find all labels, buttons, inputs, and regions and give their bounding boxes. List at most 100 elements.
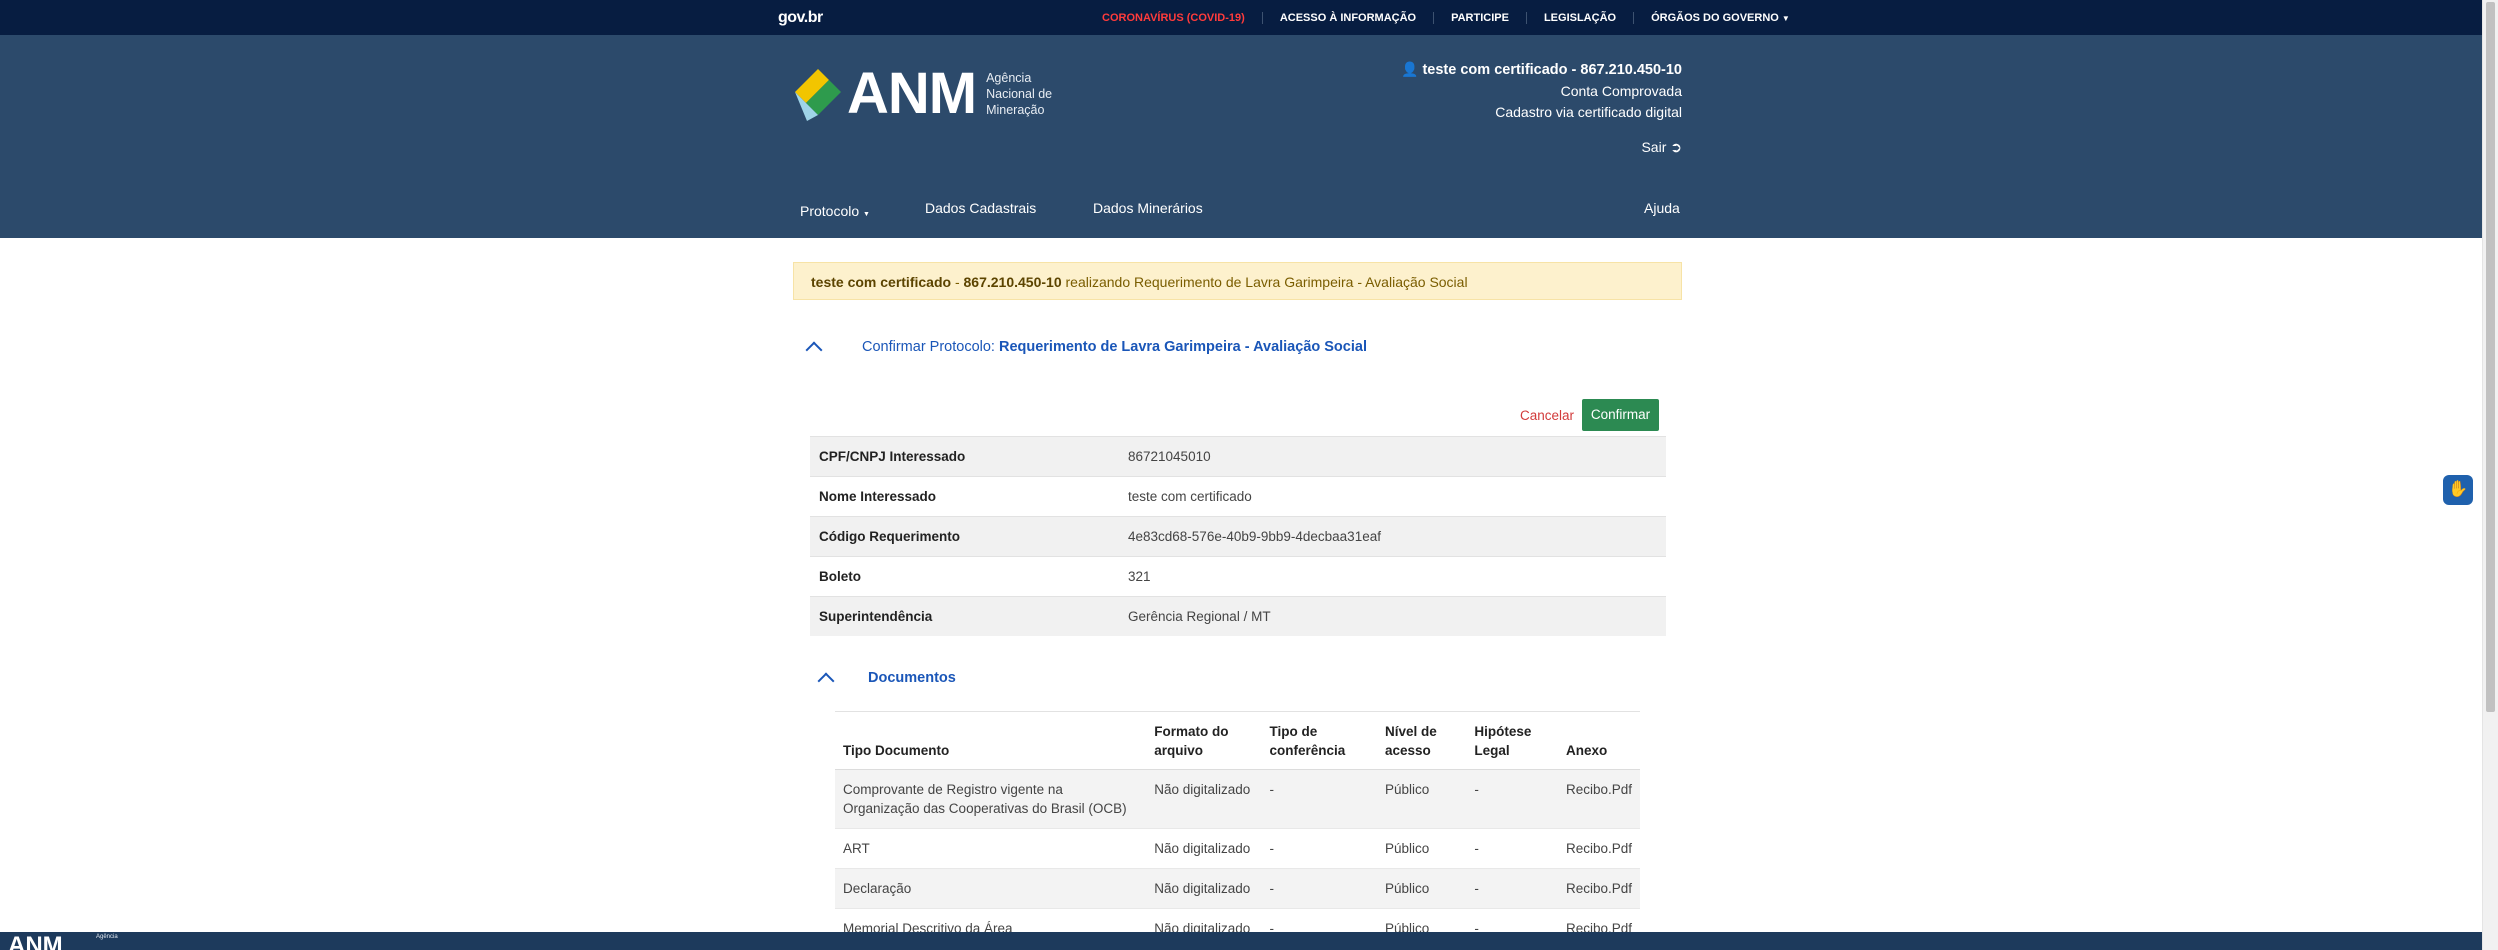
info-label: Superintendência (810, 596, 1128, 636)
info-value: 321 (1128, 556, 1666, 597)
user-icon: 👤 (1401, 61, 1419, 77)
nav-dados-minerarios[interactable]: Dados Minerários (1093, 200, 1203, 216)
account-status: Conta Comprovada (1560, 83, 1682, 99)
chevron-up-icon (817, 672, 835, 690)
logout-label: Sair (1641, 139, 1667, 155)
table-row: CPF/CNPJ Interessado 86721045010 (810, 436, 1666, 477)
col-hipotese-line: Legal (1474, 743, 1510, 758)
footer-strip: ANM Agência (0, 932, 2482, 950)
table-row: Comprovante de Registro vigente na Organ… (835, 769, 1640, 829)
doc-anexo-link[interactable]: Recibo.Pdf (1557, 769, 1640, 829)
info-value: 4e83cd68-576e-40b9-9bb9-4decbaa31eaf (1128, 516, 1666, 557)
caret-down-icon: ▼ (1781, 13, 1790, 23)
documents-section-toggle[interactable]: Documentos (817, 669, 956, 690)
col-nivel-line: Nível de (1384, 724, 1437, 739)
anm-brand[interactable]: ANM Agência Nacional de Mineração (793, 65, 1066, 123)
doc-tipo: ART (835, 828, 1147, 869)
user-line: 👤 teste com certificado - 867.210.450-10 (1401, 59, 1682, 81)
gov-link-participe[interactable]: PARTICIPE (1433, 11, 1526, 24)
table-row: Declaração Não digitalizado - Público - … (835, 868, 1640, 909)
footer-logo: ANM (8, 932, 63, 950)
gov-link-legislacao[interactable]: LEGISLAÇÃO (1525, 11, 1633, 24)
gov-link-orgaos[interactable]: ÓRGÃOS DO GOVERNO ▼ (1633, 11, 1807, 24)
doc-nivel: Público (1376, 868, 1467, 909)
col-formato-line: Formato do (1154, 724, 1229, 739)
anm-abbr: ANM (847, 61, 977, 126)
col-conferencia: Tipo de conferência (1261, 712, 1377, 770)
logout-link[interactable]: Sair ➲ (1401, 137, 1682, 158)
gov-link-orgaos-label: ÓRGÃOS DO GOVERNO (1651, 11, 1779, 24)
doc-formato: Não digitalizado (1146, 828, 1262, 869)
gov-bar: gov.br CORONAVÍRUS (COVID-19) ACESSO À I… (0, 0, 2482, 35)
col-nivel: Nível de acesso (1376, 712, 1467, 770)
doc-nivel: Público (1376, 828, 1467, 869)
col-anexo: Anexo (1557, 712, 1640, 770)
doc-formato: Não digitalizado (1146, 868, 1262, 909)
nav-protocolo-label: Protocolo (800, 203, 860, 219)
anm-logo-mark-icon (793, 66, 843, 122)
table-row: Código Requerimento 4e83cd68-576e-40b9-9b… (810, 516, 1666, 557)
alert-doc: 867.210.450-10 (963, 274, 1062, 290)
col-formato: Formato do arquivo (1146, 712, 1262, 770)
footer-small-text: Agência (96, 934, 118, 940)
col-hipotese-line: Hipótese (1474, 724, 1532, 739)
scrollbar-thumb[interactable] (2486, 2, 2495, 712)
gov-link-acesso-informacao[interactable]: ACESSO À INFORMAÇÃO (1261, 11, 1433, 24)
caret-down-icon: ▼ (863, 211, 870, 218)
col-hipotese: Hipótese Legal (1466, 712, 1558, 770)
anm-full-name: Agência Nacional de Mineração (986, 70, 1066, 118)
doc-conferencia: - (1261, 769, 1377, 829)
documents-title: Documentos (868, 670, 956, 686)
user-box: 👤 teste com certificado - 867.210.450-10… (1401, 59, 1682, 158)
gov-links: CORONAVÍRUS (COVID-19) ACESSO À INFORMAÇ… (1085, 0, 1807, 35)
info-label: CPF/CNPJ Interessado (810, 436, 1128, 477)
table-row: Superintendência Gerência Regional / MT (810, 596, 1666, 636)
vertical-scrollbar[interactable] (2482, 0, 2498, 950)
main-nav: Protocolo ▼ Dados Cadastrais Dados Miner… (0, 198, 2482, 238)
logout-icon: ➲ (1670, 139, 1682, 155)
anm-full-name-line: Nacional de (986, 87, 1053, 101)
anm-full-name-line: Mineração (986, 103, 1045, 117)
confirm-section-toggle[interactable]: Confirmar Protocolo: Requerimento de Lav… (805, 338, 1367, 359)
col-conferencia-line: conferência (1269, 743, 1346, 758)
confirm-button[interactable]: Confirmar (1582, 399, 1659, 431)
info-value: Gerência Regional / MT (1128, 596, 1666, 636)
doc-nivel: Público (1376, 769, 1467, 829)
doc-hipotese: - (1466, 828, 1558, 869)
doc-anexo-link[interactable]: Recibo.Pdf (1557, 868, 1640, 909)
page: gov.br CORONAVÍRUS (COVID-19) ACESSO À I… (0, 0, 2482, 950)
info-label: Nome Interessado (810, 476, 1128, 517)
doc-hipotese: - (1466, 769, 1558, 829)
gov-link-covid[interactable]: CORONAVÍRUS (COVID-19) (1085, 12, 1262, 24)
accessibility-hand-icon[interactable]: ✋ (2443, 475, 2473, 505)
confirm-section-prefix: Confirmar Protocolo: (862, 339, 995, 355)
confirm-section-title: Requerimento de Lavra Garimpeira - Avali… (998, 339, 1367, 355)
request-alert: teste com certificado - 867.210.450-10 r… (793, 262, 1682, 300)
col-tipo-documento: Tipo Documento (835, 712, 1147, 770)
doc-hipotese: - (1466, 868, 1558, 909)
info-value: teste com certificado (1128, 476, 1666, 517)
site-header: ANM Agência Nacional de Mineração 👤 test… (0, 35, 2482, 238)
info-label: Código Requerimento (810, 516, 1128, 557)
nav-ajuda[interactable]: Ajuda (1644, 200, 1680, 216)
govbr-logo[interactable]: gov.br (778, 9, 823, 27)
table-row: ART Não digitalizado - Público - Recibo.… (835, 828, 1640, 869)
documents-table-wrap: Tipo Documento Formato do arquivo Tipo de… (835, 711, 1640, 948)
chevron-up-icon (805, 341, 823, 359)
nav-dados-cadastrais[interactable]: Dados Cadastrais (925, 200, 1036, 216)
nav-protocolo[interactable]: Protocolo ▼ (800, 203, 870, 219)
alert-user: teste com certificado (811, 274, 952, 290)
registration-type: Cadastro via certificado digital (1495, 104, 1682, 120)
request-info-table: CPF/CNPJ Interessado 86721045010 Nome Int… (810, 436, 1666, 636)
user-name: teste com certificado - 867.210.450-10 (1422, 62, 1682, 78)
doc-tipo: Declaração (835, 868, 1147, 909)
col-formato-line: arquivo (1154, 743, 1203, 758)
cancel-button[interactable]: Cancelar (1520, 400, 1574, 432)
col-nivel-line: acesso (1384, 743, 1431, 758)
documents-header-row: Tipo Documento Formato do arquivo Tipo de… (835, 712, 1640, 770)
doc-anexo-link[interactable]: Recibo.Pdf (1557, 828, 1640, 869)
doc-formato: Não digitalizado (1146, 769, 1262, 829)
table-row: Boleto 321 (810, 556, 1666, 597)
documents-table: Tipo Documento Formato do arquivo Tipo de… (835, 712, 1640, 948)
col-conferencia-line: Tipo de (1269, 724, 1318, 739)
